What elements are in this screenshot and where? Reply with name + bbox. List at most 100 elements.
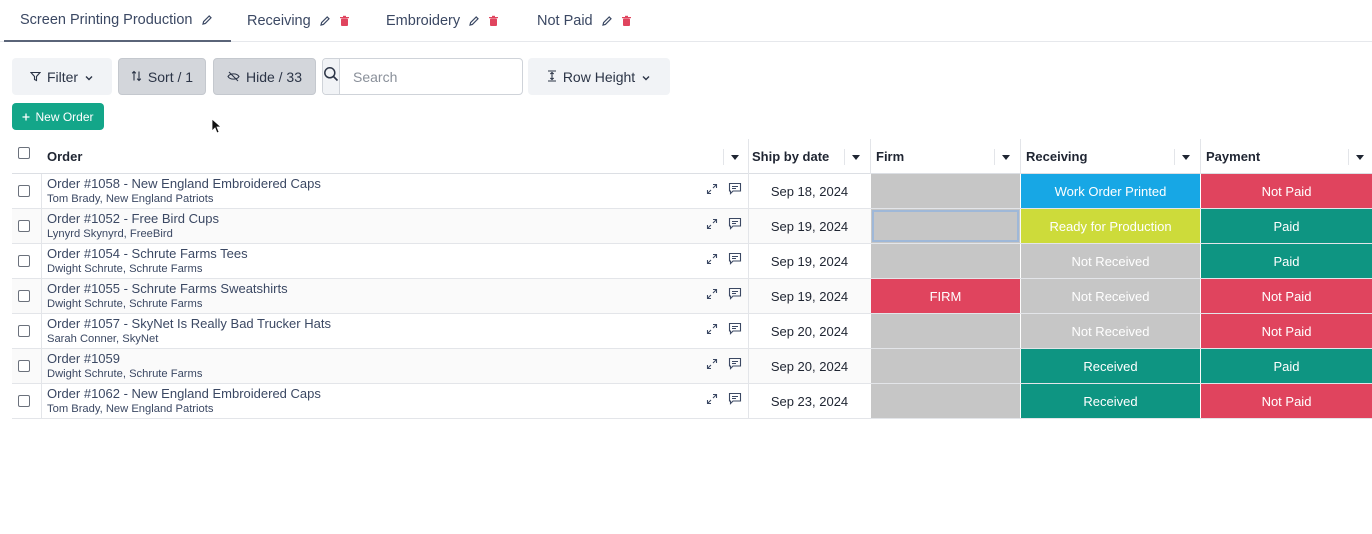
select-all-checkbox[interactable] xyxy=(18,147,30,159)
ship-by-date-cell[interactable]: Sep 18, 2024 xyxy=(749,174,870,208)
firm-cell[interactable] xyxy=(871,244,1020,278)
expand-icon[interactable] xyxy=(706,287,718,305)
trash-icon[interactable] xyxy=(339,15,350,27)
column-header-receiving[interactable]: Receiving xyxy=(1026,139,1087,174)
table-row[interactable]: Order #1062 - New England Embroidered Ca… xyxy=(12,384,1372,419)
comment-icon[interactable] xyxy=(728,252,742,270)
new-order-button[interactable]: New Order xyxy=(12,103,104,130)
order-title[interactable]: Order #1062 - New England Embroidered Ca… xyxy=(47,386,321,401)
payment-status-cell[interactable]: Paid xyxy=(1201,244,1372,278)
order-title[interactable]: Order #1052 - Free Bird Cups xyxy=(47,211,219,226)
hide-fields-button[interactable]: Hide / 33 xyxy=(213,58,316,95)
expand-icon[interactable] xyxy=(706,252,718,270)
ship-by-date-cell[interactable]: Sep 19, 2024 xyxy=(749,244,870,278)
column-header-ship-by-date[interactable]: Ship by date xyxy=(752,139,829,174)
firm-cell[interactable] xyxy=(871,209,1020,243)
expand-icon[interactable] xyxy=(706,392,718,410)
row-height-label: Row Height xyxy=(562,68,636,85)
table-row[interactable]: Order #1059 Dwight Schrute, Schrute Farms… xyxy=(12,349,1372,384)
payment-status-cell[interactable]: Not Paid xyxy=(1201,314,1372,348)
comment-icon[interactable] xyxy=(728,357,742,375)
ship-by-date-cell[interactable]: Sep 23, 2024 xyxy=(749,384,870,418)
comment-icon[interactable] xyxy=(728,392,742,410)
column-header-payment[interactable]: Payment xyxy=(1206,139,1260,174)
pencil-icon[interactable] xyxy=(601,15,613,27)
receiving-status-cell[interactable]: Not Received xyxy=(1021,279,1200,313)
firm-cell[interactable] xyxy=(871,174,1020,208)
sort-button[interactable]: Sort / 1 xyxy=(118,58,206,95)
order-title[interactable]: Order #1055 - Schrute Farms Sweatshirts xyxy=(47,281,288,296)
firm-cell[interactable] xyxy=(871,349,1020,383)
payment-status-cell[interactable]: Paid xyxy=(1201,349,1372,383)
column-header-order[interactable]: Order xyxy=(47,139,82,174)
expand-icon[interactable] xyxy=(706,322,718,340)
receiving-status-cell[interactable]: Received xyxy=(1021,349,1200,383)
row-checkbox[interactable] xyxy=(18,395,30,407)
comment-icon[interactable] xyxy=(728,182,742,200)
tab-screen-printing-production[interactable]: Screen Printing Production xyxy=(4,0,231,42)
comment-icon[interactable] xyxy=(728,287,742,305)
receiving-status-cell[interactable]: Work Order Printed xyxy=(1021,174,1200,208)
row-checkbox[interactable] xyxy=(18,220,30,232)
chevron-down-icon[interactable] xyxy=(1174,149,1196,165)
expand-icon[interactable] xyxy=(706,357,718,375)
chevron-down-icon xyxy=(641,69,651,85)
chevron-down-icon[interactable] xyxy=(844,149,866,165)
row-height-button[interactable]: Row Height xyxy=(528,58,670,95)
column-header-firm[interactable]: Firm xyxy=(876,139,904,174)
row-checkbox[interactable] xyxy=(18,290,30,302)
comment-icon[interactable] xyxy=(728,322,742,340)
order-title[interactable]: Order #1057 - SkyNet Is Really Bad Truck… xyxy=(47,316,331,331)
payment-status-cell[interactable]: Paid xyxy=(1201,209,1372,243)
firm-cell[interactable] xyxy=(871,384,1020,418)
table-row[interactable]: Order #1055 - Schrute Farms Sweatshirts D… xyxy=(12,279,1372,314)
trash-icon[interactable] xyxy=(621,15,632,27)
filter-button[interactable]: Filter xyxy=(12,58,112,95)
row-checkbox[interactable] xyxy=(18,360,30,372)
receiving-status-cell[interactable]: Not Received xyxy=(1021,314,1200,348)
receiving-status-cell[interactable]: Ready for Production xyxy=(1021,209,1200,243)
payment-status-cell[interactable]: Not Paid xyxy=(1201,384,1372,418)
payment-status-cell[interactable]: Not Paid xyxy=(1201,174,1372,208)
tab-embroidery[interactable]: Embroidery xyxy=(386,0,499,41)
tab-receiving[interactable]: Receiving xyxy=(247,0,350,41)
chevron-down-icon[interactable] xyxy=(994,149,1016,165)
order-title[interactable]: Order #1058 - New England Embroidered Ca… xyxy=(47,176,321,191)
row-checkbox[interactable] xyxy=(18,325,30,337)
column-divider xyxy=(748,139,749,174)
table-row[interactable]: Order #1052 - Free Bird Cups Lynyrd Skyny… xyxy=(12,209,1372,244)
ship-by-date-cell[interactable]: Sep 19, 2024 xyxy=(749,209,870,243)
order-title[interactable]: Order #1054 - Schrute Farms Tees xyxy=(47,246,248,261)
ship-by-date-cell[interactable]: Sep 19, 2024 xyxy=(749,279,870,313)
search-input[interactable] xyxy=(340,59,534,94)
row-checkbox[interactable] xyxy=(18,185,30,197)
firm-cell[interactable]: FIRM xyxy=(871,279,1020,313)
ship-by-date-cell[interactable]: Sep 20, 2024 xyxy=(749,349,870,383)
order-customer: Dwight Schrute, Schrute Farms xyxy=(47,298,203,310)
order-title[interactable]: Order #1059 xyxy=(47,351,120,366)
search-button[interactable] xyxy=(323,59,340,94)
column-divider xyxy=(41,174,42,208)
payment-status-cell[interactable]: Not Paid xyxy=(1201,279,1372,313)
trash-icon[interactable] xyxy=(488,15,499,27)
table-row[interactable]: Order #1057 - SkyNet Is Really Bad Truck… xyxy=(12,314,1372,349)
chevron-down-icon[interactable] xyxy=(723,149,745,165)
pencil-icon[interactable] xyxy=(468,15,480,27)
comment-icon[interactable] xyxy=(728,217,742,235)
chevron-down-icon[interactable] xyxy=(1348,149,1370,165)
expand-icon[interactable] xyxy=(706,182,718,200)
tab-label: Screen Printing Production xyxy=(20,12,193,28)
pencil-icon[interactable] xyxy=(319,15,331,27)
table-row[interactable]: Order #1058 - New England Embroidered Ca… xyxy=(12,174,1372,209)
tab-not-paid[interactable]: Not Paid xyxy=(537,0,632,41)
view-tabs: Screen Printing Production Receiving Emb… xyxy=(0,0,1372,42)
ship-by-date-cell[interactable]: Sep 20, 2024 xyxy=(749,314,870,348)
receiving-status-cell[interactable]: Not Received xyxy=(1021,244,1200,278)
order-customer: Tom Brady, New England Patriots xyxy=(47,403,214,415)
firm-cell[interactable] xyxy=(871,314,1020,348)
table-row[interactable]: Order #1054 - Schrute Farms Tees Dwight S… xyxy=(12,244,1372,279)
row-checkbox[interactable] xyxy=(18,255,30,267)
expand-icon[interactable] xyxy=(706,217,718,235)
pencil-icon[interactable] xyxy=(201,14,213,26)
receiving-status-cell[interactable]: Received xyxy=(1021,384,1200,418)
